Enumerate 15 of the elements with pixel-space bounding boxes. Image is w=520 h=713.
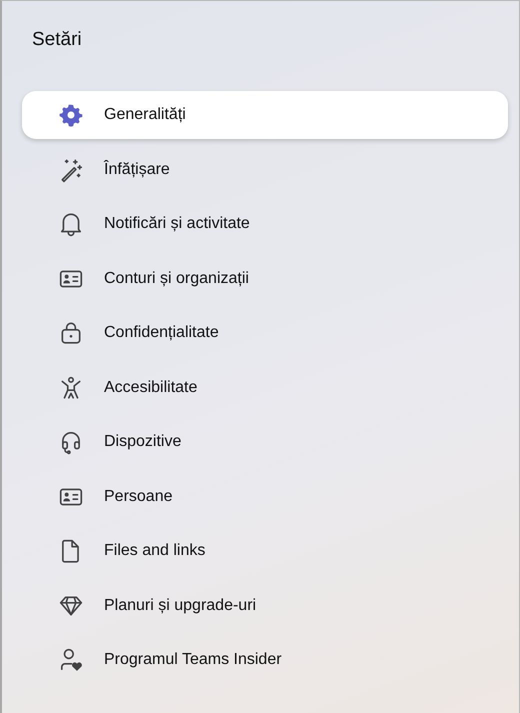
person-heart-icon [58,647,84,673]
gear-icon [58,102,84,128]
settings-menu-item[interactable]: Programul Teams Insider [22,636,508,684]
bell-icon [58,211,84,237]
settings-menu-item[interactable]: Conturi și organizații [22,254,508,302]
settings-menu-item[interactable]: Înfățișare [22,146,508,194]
settings-menu-item[interactable]: Dispozitive [22,418,508,466]
settings-menu-item[interactable]: Notificări și activitate [22,200,508,248]
settings-menu-item[interactable]: Planuri și upgrade-uri [22,582,508,630]
settings-menu-item[interactable]: Persoane [22,472,508,520]
settings-menu-item[interactable]: Files and links [22,527,508,575]
settings-title: Setări [32,29,83,52]
settings-menu-item[interactable]: Confidențialitate [22,309,508,357]
settings-menu-item[interactable]: Accesibilitate [22,364,508,412]
settings-menu-item[interactable]: Generalități [22,91,508,139]
